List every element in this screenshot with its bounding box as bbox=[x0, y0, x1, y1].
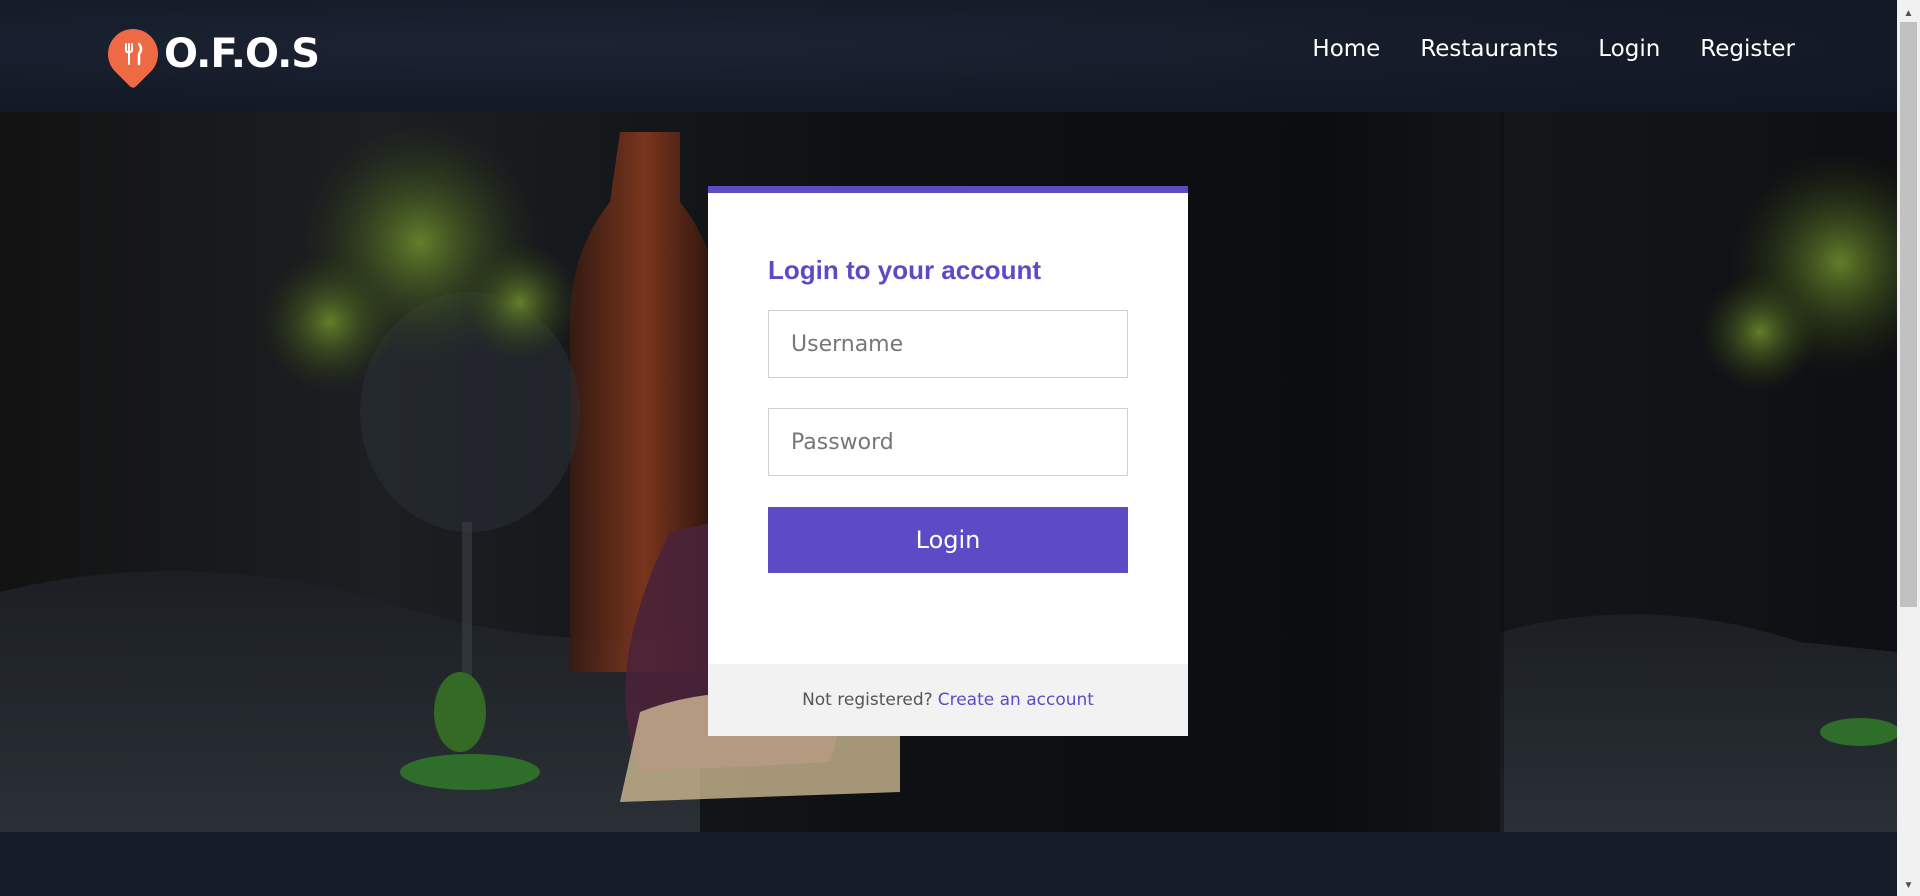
triangle-down-icon[interactable]: ▼ bbox=[1897, 876, 1920, 894]
triangle-up-icon[interactable]: ▲ bbox=[1897, 4, 1920, 22]
login-title: Login to your account bbox=[768, 255, 1041, 285]
nav-restaurants[interactable]: Restaurants bbox=[1420, 36, 1558, 62]
nav-home[interactable]: Home bbox=[1312, 36, 1380, 62]
card-footer: Not registered? Create an account bbox=[708, 664, 1188, 736]
scrollbar-thumb[interactable] bbox=[1900, 22, 1917, 607]
login-card: Login to your account Login Not register… bbox=[708, 186, 1188, 736]
footer-strip bbox=[0, 832, 1897, 896]
top-navbar: O.F.O.S Home Restaurants Login Register bbox=[0, 0, 1897, 112]
brand-logo[interactable]: O.F.O.S bbox=[97, 18, 320, 90]
nav-register[interactable]: Register bbox=[1700, 36, 1795, 62]
brand-name: O.F.O.S bbox=[164, 31, 320, 77]
fork-knife-pin-icon bbox=[97, 18, 169, 90]
main-nav: Home Restaurants Login Register bbox=[1312, 36, 1795, 62]
username-input[interactable] bbox=[768, 310, 1128, 378]
not-registered-text: Not registered? bbox=[802, 690, 933, 710]
vertical-scrollbar[interactable]: ▲ ▼ bbox=[1897, 0, 1920, 896]
create-account-link[interactable]: Create an account bbox=[938, 690, 1094, 710]
password-input[interactable] bbox=[768, 408, 1128, 476]
nav-login[interactable]: Login bbox=[1598, 36, 1660, 62]
login-submit-button[interactable]: Login bbox=[768, 507, 1128, 573]
